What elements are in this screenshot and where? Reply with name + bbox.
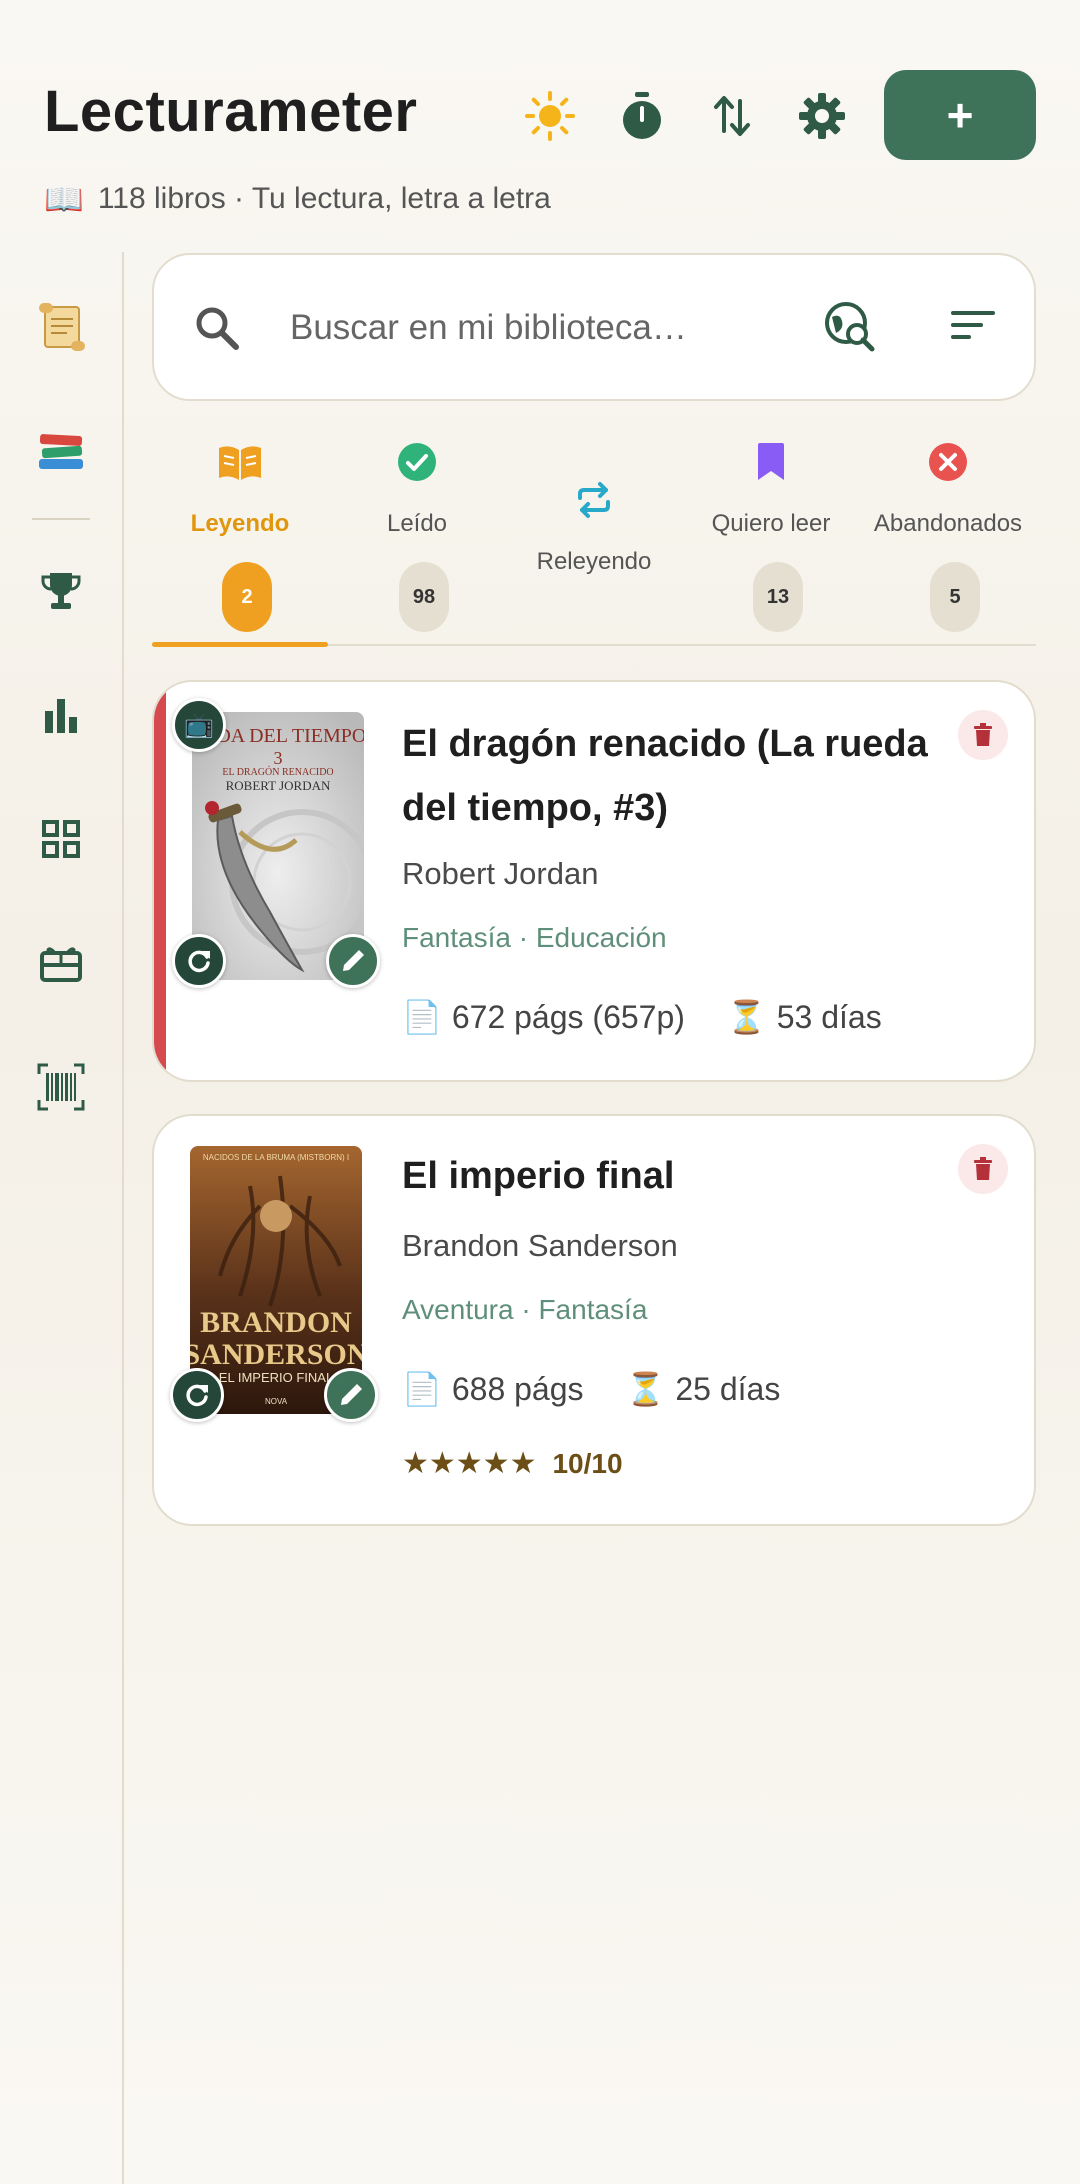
rating-value: 10/10 [552,1447,623,1479]
sidebar-item-grid[interactable] [24,802,98,876]
sidebar [0,252,124,2184]
book-days: 53 días [776,998,882,1035]
tab-rereading[interactable]: Releyendo [506,430,682,646]
reread-button[interactable] [172,934,226,988]
edit-book-button[interactable] [326,934,380,988]
tab-abandoned[interactable]: Abandonados 5 [860,430,1036,646]
tab-want-to-read-count: 13 [753,562,803,632]
tab-read-count: 98 [399,562,449,632]
svg-text:BRANDON: BRANDON [200,1306,352,1339]
tab-read-label: Leído [386,510,448,537]
svg-text:NOVA: NOVA [265,1397,288,1406]
barcode-scan-icon [37,1063,85,1111]
sidebar-item-achievements[interactable] [24,554,98,628]
search-icon[interactable] [192,303,242,353]
svg-text:NACIDOS DE LA BRUMA (MISTBORN): NACIDOS DE LA BRUMA (MISTBORN) I [203,1153,349,1162]
book-meta: 📄 688 págs ⏳ 25 días [402,1370,780,1408]
app-header: Lecturameter + 📖 118 libros · Tu lectura… [0,0,1080,250]
library-summary-text: 118 libros · Tu lectura, letra a letra [97,182,551,215]
check-circle-icon [398,443,436,481]
online-search-icon[interactable] [822,299,878,355]
tab-rereading-label: Releyendo [536,548,652,575]
filter-icon[interactable] [950,305,996,345]
book-genres: Aventura · Fantasía [402,1294,648,1325]
tab-want-to-read[interactable]: Quiero leer 13 [683,430,859,646]
library-summary: 📖 118 libros · Tu lectura, letra a letra [44,180,551,218]
repeat-icon [578,482,610,518]
book-pages: 688 págs [451,1370,584,1407]
svg-text:EL IMPERIO FINAL: EL IMPERIO FINAL [219,1370,333,1385]
timer-icon[interactable] [612,86,672,146]
svg-text:EL DRAGÓN RENACIDO: EL DRAGÓN RENACIDO [222,766,333,778]
status-tabs: Leyendo 2 Leído 98 Releyendo Quiero leer… [152,430,1036,646]
trophy-icon [41,573,81,609]
app-title: Lecturameter [44,79,418,144]
gift-card-icon [40,947,82,982]
book-rating: ★★★★★ 10/10 [402,1446,623,1481]
open-book-icon: 📖 [44,181,84,217]
search-input[interactable] [290,295,790,361]
sidebar-separator [32,518,90,520]
books-stack-icon [39,434,83,469]
open-book-icon [219,446,261,480]
reading-marker [154,682,166,1080]
bookmark-icon [758,443,784,480]
book-genres: Fantasía · Educación [402,922,667,953]
svg-text:ROBERT JORDAN: ROBERT JORDAN [226,778,331,793]
tab-read[interactable]: Leído 98 [329,430,505,646]
book-author: Brandon Sanderson [402,1228,678,1263]
reread-button[interactable] [170,1368,224,1422]
tab-reading[interactable]: Leyendo 2 [152,430,328,646]
page-icon: 📄 [402,1371,442,1407]
hourglass-icon: ⏳ [726,999,767,1035]
trash-icon [974,1157,992,1180]
book-title: El dragón renacido (La rueda del tiempo,… [402,723,928,829]
sidebar-item-scroll[interactable] [24,290,98,364]
sidebar-item-library[interactable] [24,412,98,486]
book-author: Robert Jordan [402,856,599,891]
sidebar-item-stats[interactable] [24,678,98,752]
refresh-icon [188,950,210,973]
gear-icon[interactable] [792,86,852,146]
book-days: 25 días [675,1370,781,1407]
book-card[interactable]: NACIDOS DE LA BRUMA (MISTBORN) I BRANDON… [152,1114,1036,1526]
active-tab-indicator [152,642,328,647]
book-pages: 672 págs (657p) [451,998,685,1035]
book-title: El imperio final [402,1155,675,1197]
svg-text:3: 3 [274,748,283,768]
edit-book-button[interactable] [324,1368,378,1422]
pencil-icon [343,950,364,971]
delete-book-button[interactable] [958,1144,1008,1194]
tab-reading-count: 2 [222,562,272,632]
hourglass-icon: ⏳ [625,1371,666,1407]
sun-icon[interactable] [520,86,580,146]
pencil-icon [341,1384,362,1405]
tv-icon: 📺 [184,711,214,739]
tab-want-to-read-label: Quiero leer [711,510,831,537]
bar-chart-icon [45,699,77,733]
book-meta: 📄 672 págs (657p) ⏳ 53 días [402,998,882,1036]
sidebar-item-scan[interactable] [24,1050,98,1124]
trash-icon [974,723,992,746]
sidebar-item-gifts[interactable] [24,926,98,1000]
add-book-button[interactable]: + [884,70,1036,160]
x-circle-icon [929,443,967,481]
grid-icon [42,820,80,858]
search-bar [152,253,1036,401]
refresh-icon [186,1384,208,1407]
tab-abandoned-label: Abandonados [873,510,1023,537]
page-icon: 📄 [402,999,442,1035]
star-rating-icons: ★★★★★ [402,1447,537,1480]
book-card[interactable]: UEDA DEL TIEMPO 3 EL DRAGÓN RENACIDO ROB… [152,680,1036,1082]
svg-text:SANDERSON: SANDERSON [190,1338,362,1371]
format-badge[interactable]: 📺 [172,698,226,752]
delete-book-button[interactable] [958,710,1008,760]
tab-reading-label: Leyendo [190,510,290,537]
sort-arrows-icon[interactable] [702,86,762,146]
scroll-icon [39,303,85,351]
tab-abandoned-count: 5 [930,562,980,632]
